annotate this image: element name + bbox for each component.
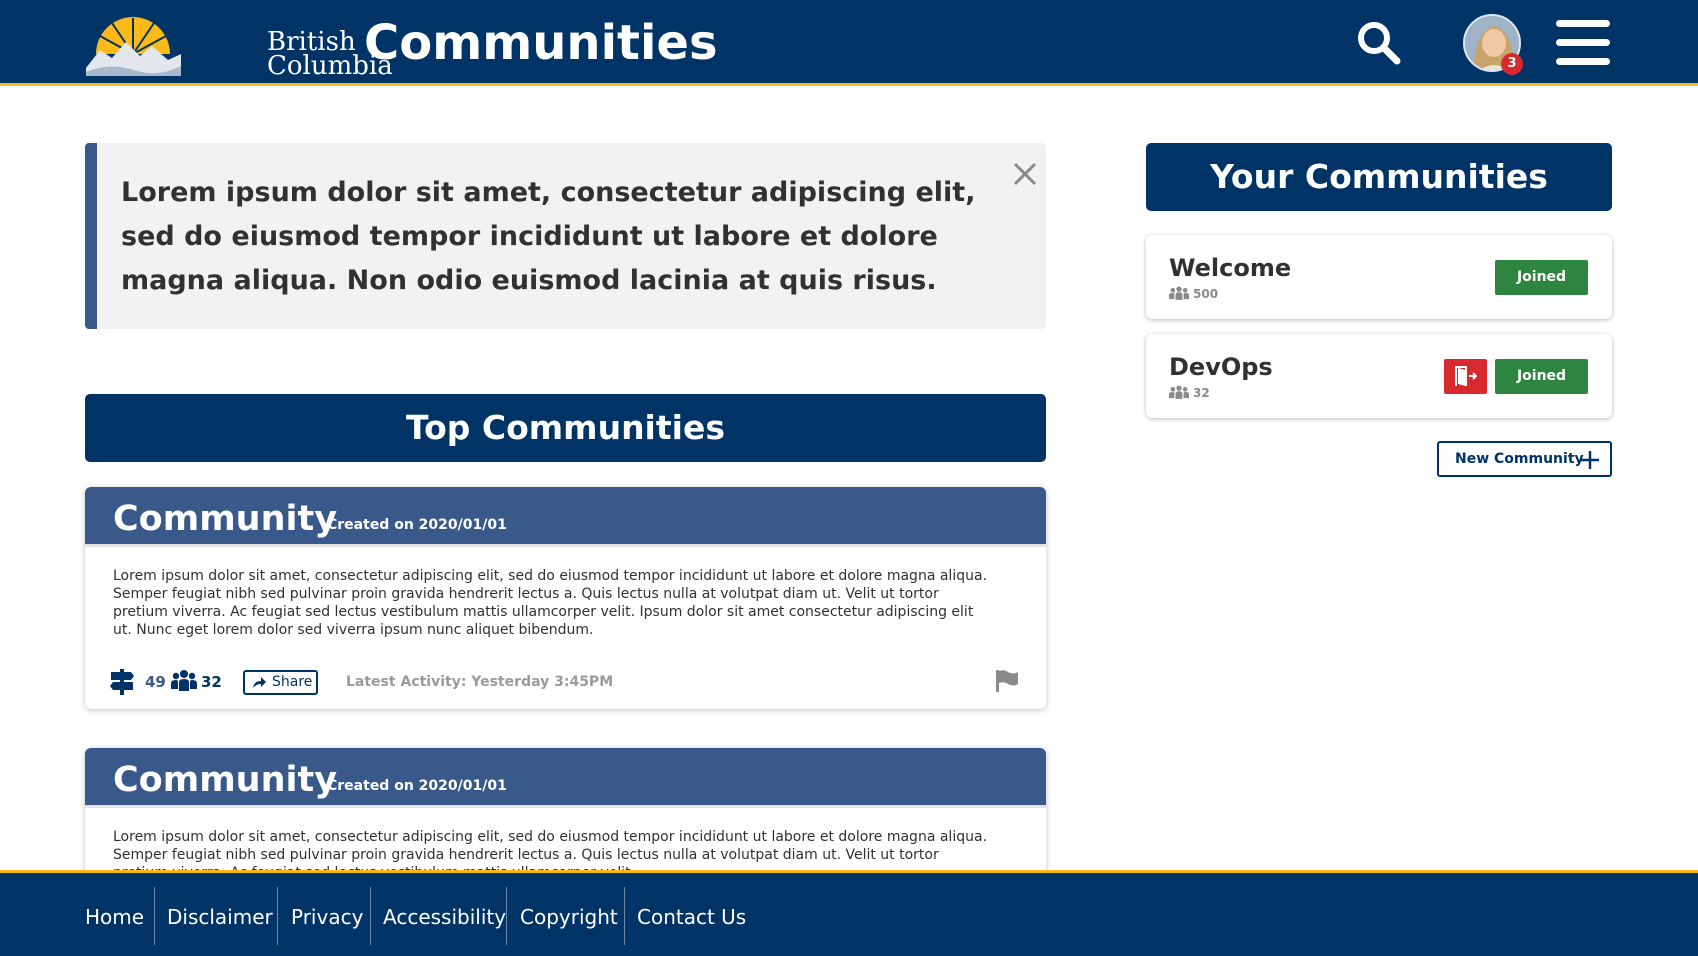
footer-divider <box>277 887 278 945</box>
search-icon <box>1358 22 1401 65</box>
footer-divider <box>154 887 155 945</box>
flag-icon[interactable] <box>995 669 1019 693</box>
footer-divider <box>624 887 625 945</box>
footer-link-copyright[interactable]: Copyright <box>520 897 618 937</box>
footer-link-accessibility[interactable]: Accessibility <box>383 897 506 937</box>
community-card-header: Community Created on 2020/01/01 <box>85 748 1046 808</box>
community-description: Lorem ipsum dolor sit amet, consectetur … <box>113 568 987 638</box>
new-community-button[interactable]: New Community <box>1437 441 1612 477</box>
announcement-banner: Lorem ipsum dolor sit amet, consectetur … <box>85 143 1046 329</box>
close-button[interactable] <box>1010 159 1040 189</box>
member-count: 32 <box>1169 385 1210 403</box>
menu-bar <box>1556 58 1610 65</box>
community-card-header: Community Created on 2020/01/01 <box>85 487 1046 547</box>
members-icon <box>1169 286 1189 300</box>
community-title[interactable]: Community <box>113 497 337 541</box>
bc-logo[interactable]: British Columbia <box>86 10 393 79</box>
created-date: Created on 2020/01/01 <box>327 778 507 794</box>
member-count-value: 500 <box>1193 287 1219 301</box>
menu-bar <box>1556 39 1610 46</box>
member-count-value: 32 <box>1193 386 1210 400</box>
menu-bar <box>1556 20 1610 27</box>
joined-community-card[interactable]: Welcome 500 Joined <box>1146 235 1612 319</box>
joined-community-card[interactable]: DevOps 32 Joined <box>1146 334 1612 418</box>
signpost-icon <box>110 669 134 695</box>
exit-door-icon <box>1455 366 1477 386</box>
share-icon <box>253 677 266 688</box>
topics-count: 49 <box>145 673 166 691</box>
plus-icon <box>1581 451 1599 469</box>
new-community-label: New Community <box>1455 451 1584 467</box>
search-button[interactable] <box>1356 20 1402 66</box>
members-count: 32 <box>201 673 222 691</box>
community-name[interactable]: Welcome <box>1169 253 1291 283</box>
footer-link-contact-us[interactable]: Contact Us <box>637 897 746 937</box>
top-communities-heading: Top Communities <box>85 394 1046 462</box>
your-communities-heading: Your Communities <box>1146 143 1612 211</box>
footer-divider <box>506 887 507 945</box>
footer-link-privacy[interactable]: Privacy <box>291 897 363 937</box>
leave-community-button[interactable] <box>1444 359 1487 394</box>
members-icon <box>1169 385 1189 399</box>
latest-activity: Latest Activity: Yesterday 3:45PM <box>346 674 614 690</box>
notification-badge: 3 <box>1501 53 1523 75</box>
share-label: Share <box>272 674 313 690</box>
community-card-footer: 49 32 Share Latest Activity: Yesterday 3… <box>85 667 1046 697</box>
announcement-text: Lorem ipsum dolor sit amet, consectetur … <box>121 177 976 296</box>
created-date: Created on 2020/01/01 <box>327 517 507 533</box>
site-header: British Columbia Communities 3 <box>0 0 1698 86</box>
community-card: Community Created on 2020/01/01 Lorem ip… <box>85 487 1046 709</box>
joined-button[interactable]: Joined <box>1495 260 1588 295</box>
share-button[interactable]: Share <box>243 670 318 695</box>
community-name[interactable]: DevOps <box>1169 352 1273 382</box>
footer-link-disclaimer[interactable]: Disclaimer <box>167 897 273 937</box>
joined-button[interactable]: Joined <box>1495 359 1588 394</box>
footer-divider <box>370 887 371 945</box>
close-icon <box>1013 162 1037 186</box>
community-title[interactable]: Community <box>113 758 337 802</box>
hamburger-menu-button[interactable] <box>1556 20 1610 66</box>
site-footer: Home Disclaimer Privacy Accessibility Co… <box>0 870 1698 956</box>
page-title: Communities <box>364 15 718 71</box>
footer-link-home[interactable]: Home <box>85 897 144 937</box>
sun-mountains-icon <box>86 17 181 76</box>
members-icon <box>171 670 197 691</box>
member-count: 500 <box>1169 286 1218 304</box>
